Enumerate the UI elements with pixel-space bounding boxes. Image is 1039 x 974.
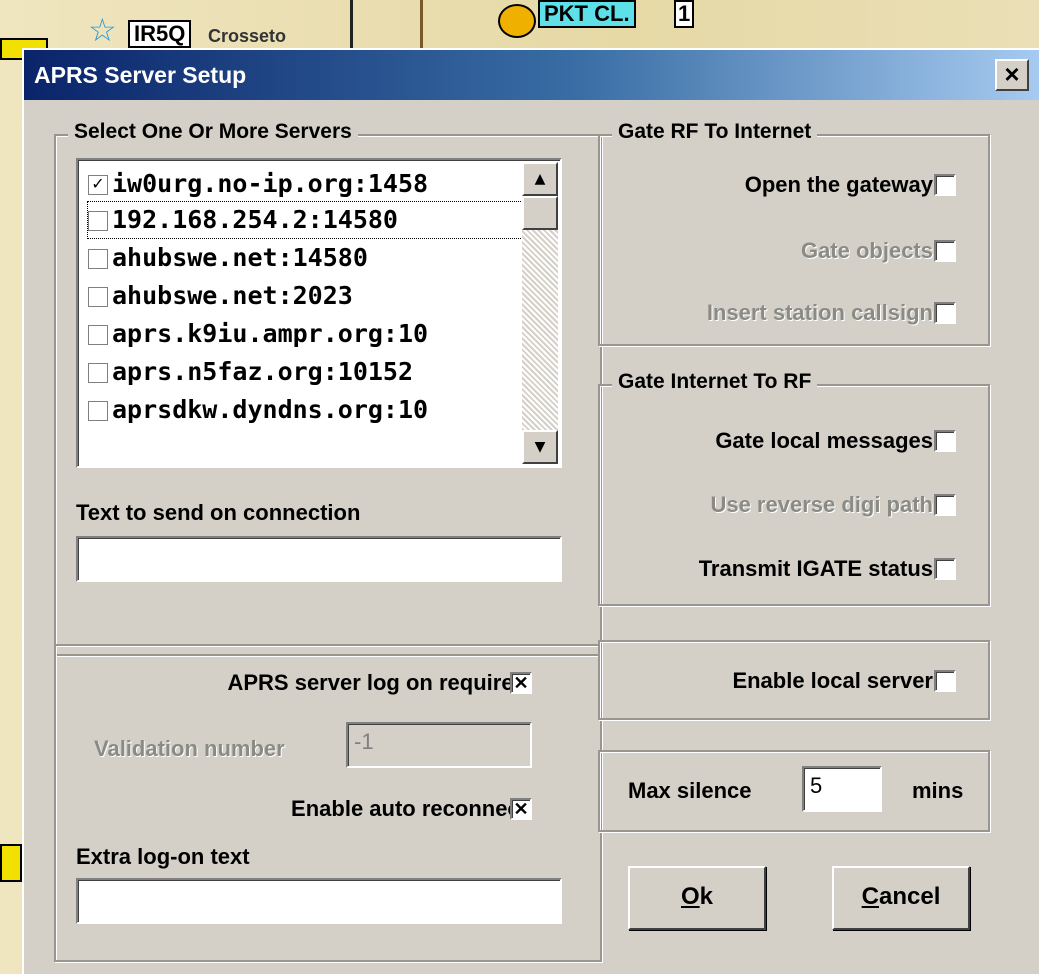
title-bar[interactable]: APRS Server Setup × (24, 50, 1039, 100)
gate-objects-checkbox[interactable] (934, 240, 956, 262)
scroll-up-button[interactable]: ▲ (522, 162, 558, 196)
server-label: ahubswe.net:2023 (112, 281, 353, 310)
aprs-server-setup-dialog: APRS Server Setup × Select One Or More S… (22, 48, 1039, 974)
map-label-pkt: PKT CL. (538, 0, 636, 28)
server-label: aprsdkw.dyndns.org:10 (112, 395, 429, 424)
gate-inet-legend: Gate Internet To RF (612, 370, 818, 394)
cancel-accelerator: C (861, 883, 879, 910)
cancel-button[interactable]: Cancel (832, 866, 970, 930)
reverse-digi-checkbox[interactable] (934, 494, 956, 516)
server-label: 192.168.254.2:14580 (112, 205, 398, 234)
gate-objects-label: Gate objects (800, 238, 933, 263)
dialog-title: APRS Server Setup (34, 62, 247, 88)
igate-status-checkbox[interactable] (934, 558, 956, 580)
station-icon (498, 4, 536, 38)
open-gateway-label: Open the gateway (744, 172, 933, 197)
reverse-digi-label: Use reverse digi path (710, 492, 933, 517)
igate-status-label: Transmit IGATE status (698, 556, 933, 581)
local-server-label: Enable local server (732, 668, 933, 693)
max-silence-input[interactable]: 5 (802, 766, 882, 812)
checkbox[interactable] (88, 287, 108, 307)
map-road (420, 0, 423, 48)
server-label: aprs.k9iu.ampr.org:10 (112, 319, 429, 348)
map-marker (0, 844, 22, 882)
checkbox[interactable] (88, 325, 108, 345)
text-on-connection-label: Text to send on connection (76, 500, 361, 525)
auto-reconnect-checkbox[interactable]: ✕ (510, 798, 532, 820)
server-listbox[interactable]: ✓ iw0urg.no-ip.org:1458 192.168.254.2:145… (76, 158, 562, 468)
open-gateway-checkbox[interactable] (934, 174, 956, 196)
map-label-ir5q: IR5Q (128, 20, 192, 48)
server-list-item[interactable]: ahubswe.net:2023 (88, 278, 528, 314)
server-list-item[interactable]: aprsdkw.dyndns.org:10 (88, 392, 528, 428)
extra-logon-label: Extra log-on text (76, 844, 250, 869)
map-road (350, 0, 353, 48)
ok-label: k (699, 883, 714, 910)
scroll-down-button[interactable]: ▼ (522, 430, 558, 464)
extra-logon-input[interactable] (76, 878, 562, 924)
validation-number-label: Validation number (94, 736, 285, 761)
server-list-item[interactable]: aprs.k9iu.ampr.org:10 (88, 316, 528, 352)
text-on-connection-input[interactable] (76, 536, 562, 582)
map-town-label: Crosseto (208, 26, 287, 46)
checkbox[interactable] (88, 401, 108, 421)
validation-number-input[interactable]: -1 (346, 722, 532, 768)
gate-local-messages-checkbox[interactable] (934, 430, 956, 452)
gate-rf-legend: Gate RF To Internet (612, 120, 818, 144)
cancel-label: ancel (878, 883, 941, 910)
close-button[interactable]: × (995, 59, 1029, 91)
ok-accelerator: O (680, 883, 700, 910)
server-label: ahubswe.net:14580 (112, 243, 368, 272)
arrow-up-icon: ▲ (534, 171, 546, 187)
server-label: aprs.n5faz.org:10152 (112, 357, 414, 386)
server-label: iw0urg.no-ip.org:1458 (112, 169, 429, 198)
star-icon: ☆ (88, 12, 117, 48)
log-on-required-label: APRS server log on required (227, 670, 527, 695)
map-label-count: 1 (674, 0, 695, 28)
insert-callsign-label: Insert station callsign (706, 300, 933, 325)
server-list-item[interactable]: ✓ iw0urg.no-ip.org:1458 (88, 166, 528, 202)
servers-legend: Select One Or More Servers (68, 120, 358, 144)
server-list-item[interactable]: ahubswe.net:14580 (88, 240, 528, 276)
insert-callsign-checkbox[interactable] (934, 302, 956, 324)
checkbox[interactable] (88, 249, 108, 269)
max-silence-label: Max silence (628, 778, 752, 803)
close-icon: × (1004, 59, 1020, 89)
checkbox[interactable] (88, 211, 108, 231)
ok-button[interactable]: Ok (628, 866, 766, 930)
checkbox[interactable] (88, 363, 108, 383)
checked-icon[interactable]: ✓ (88, 175, 108, 195)
arrow-down-icon: ▼ (534, 439, 546, 455)
server-list-item[interactable]: aprs.n5faz.org:10152 (88, 354, 528, 390)
max-silence-unit: mins (912, 778, 964, 803)
auto-reconnect-label: Enable auto reconnect (291, 796, 527, 821)
server-list-item[interactable]: 192.168.254.2:14580 (87, 201, 529, 239)
scroll-thumb[interactable] (522, 196, 558, 230)
gate-local-messages-label: Gate local messages (715, 428, 933, 453)
list-scrollbar[interactable]: ▲ ▼ (522, 162, 558, 464)
log-on-required-checkbox[interactable]: ✕ (510, 672, 532, 694)
local-server-checkbox[interactable] (934, 670, 956, 692)
